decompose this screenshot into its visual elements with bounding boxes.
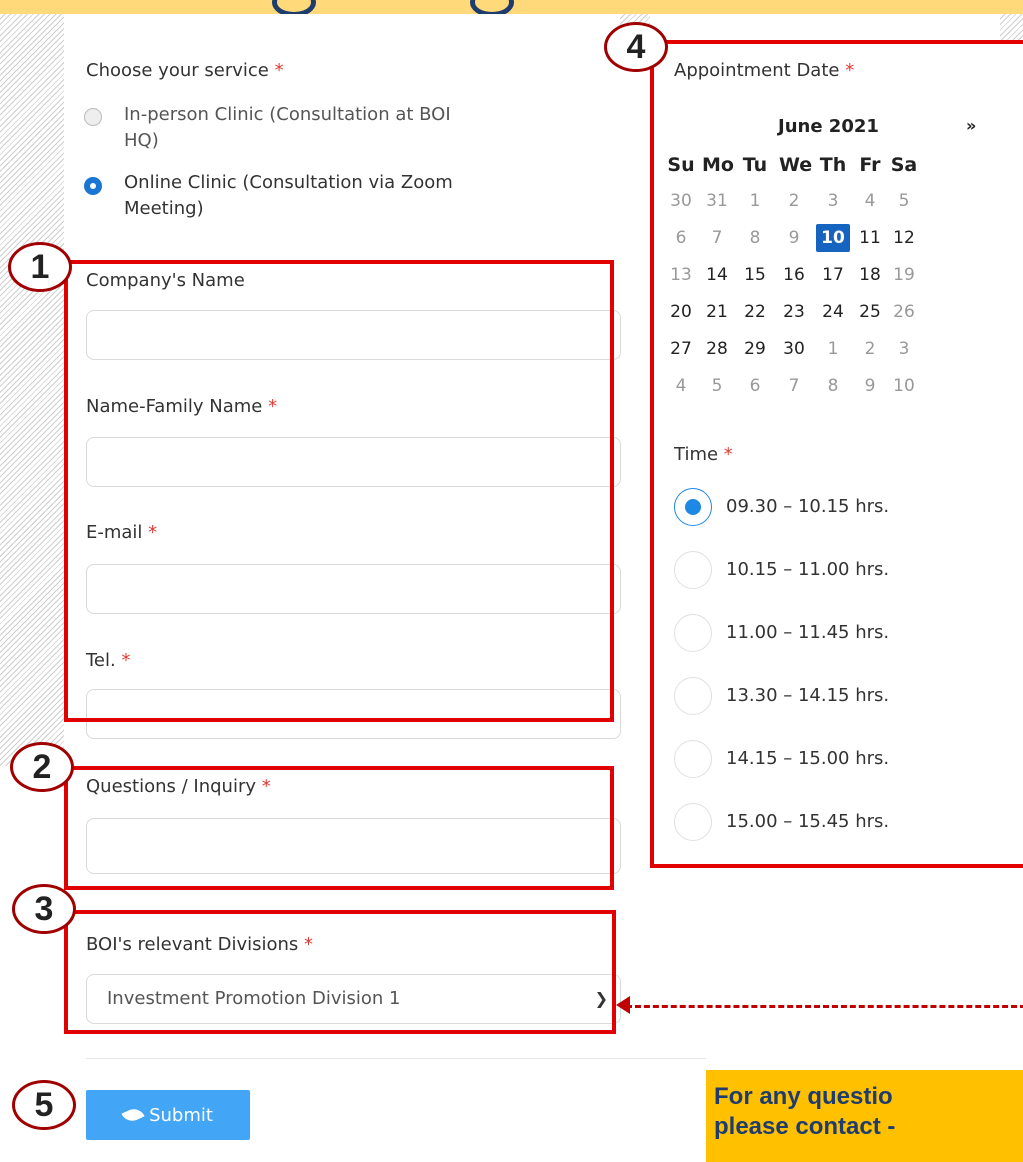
leaf-icon	[121, 1105, 145, 1125]
service-label: Choose your service *	[86, 60, 284, 81]
dashed-arrow-line	[626, 1005, 1023, 1008]
top-banner	[0, 0, 1023, 14]
banner-glyph	[272, 0, 316, 14]
step-badge-3: 3	[12, 884, 76, 934]
highlight-box-appointment	[650, 40, 1023, 868]
background-pattern	[0, 14, 64, 766]
submit-button[interactable]: Submit	[86, 1090, 250, 1140]
highlight-box-divisions	[64, 910, 616, 1034]
step-badge-1: 1	[8, 242, 72, 292]
contact-callout: For any questio please contact -	[706, 1070, 1023, 1162]
highlight-box-questions	[64, 766, 614, 890]
banner-glyph	[470, 0, 514, 14]
step-badge-2: 2	[10, 742, 74, 792]
step-badge-5: 5	[12, 1080, 76, 1130]
form-divider	[86, 1058, 706, 1059]
service-option-in-person[interactable]: In-person Clinic (Consultation at BOI HQ…	[124, 102, 451, 154]
service-option-online[interactable]: Online Clinic (Consultation via Zoom Mee…	[124, 170, 453, 222]
highlight-box-contact-fields	[64, 260, 614, 722]
step-badge-4: 4	[604, 22, 668, 72]
service-radio-in-person[interactable]	[84, 108, 102, 126]
service-radio-online[interactable]	[84, 177, 102, 195]
arrow-head-icon	[616, 996, 630, 1014]
